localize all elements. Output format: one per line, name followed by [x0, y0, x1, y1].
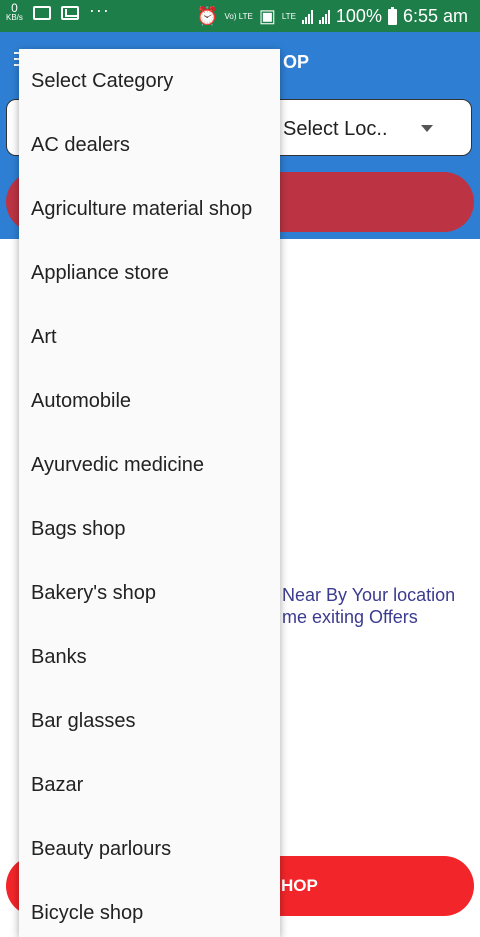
category-option-appliance-store[interactable]: Appliance store: [19, 241, 280, 305]
category-option-art[interactable]: Art: [19, 305, 280, 369]
gallery-notification-icon: [32, 6, 51, 20]
network-speed: 0 KB/s: [6, 1, 23, 23]
category-option-ac-dealers[interactable]: AC dealers: [19, 113, 280, 177]
network-speed-unit: KB/s: [6, 13, 23, 22]
promo-line-1: Near By Your location: [282, 585, 456, 605]
chevron-down-icon: [421, 125, 433, 132]
status-bar: 0 KB/s ··· ⏰ Vo) LTE ▣ LTE 100% 6:55 am: [0, 0, 480, 32]
promo-line-2: me exiting Offers: [282, 607, 418, 627]
signal-icon: [301, 9, 313, 24]
signal-icon-2: [318, 9, 330, 24]
category-option-automobile[interactable]: Automobile: [19, 369, 280, 433]
category-option-bicycle-shop[interactable]: Bicycle shop: [19, 881, 280, 937]
clock: 6:55 am: [402, 6, 468, 26]
category-option-agriculture[interactable]: Agriculture material shop: [19, 177, 280, 241]
lte-icon: LTE: [281, 11, 296, 21]
location-select-value: Select Loc..: [283, 118, 388, 140]
category-option-bakery[interactable]: Bakery's shop: [19, 561, 280, 625]
category-option-bags-shop[interactable]: Bags shop: [19, 497, 280, 561]
battery-percent: 100%: [335, 6, 382, 26]
category-option-bazar[interactable]: Bazar: [19, 753, 280, 817]
network-speed-value: 0: [11, 1, 18, 15]
category-dropdown[interactable]: Select Category AC dealers Agriculture m…: [19, 49, 280, 937]
alarm-icon: ⏰: [196, 6, 219, 26]
more-notifications-icon: ···: [88, 0, 110, 20]
mail-notification-icon: [60, 6, 79, 20]
category-option-select-category[interactable]: Select Category: [19, 49, 280, 113]
category-option-bar-glasses[interactable]: Bar glasses: [19, 689, 280, 753]
battery-icon: [387, 6, 397, 25]
shop-button-label: HOP: [281, 876, 318, 895]
category-option-ayurvedic[interactable]: Ayurvedic medicine: [19, 433, 280, 497]
app-title: OP: [283, 52, 310, 72]
category-option-beauty-parlours[interactable]: Beauty parlours: [19, 817, 280, 881]
data-saver-icon: ▣: [258, 6, 276, 26]
category-option-banks[interactable]: Banks: [19, 625, 280, 689]
promo-text: Near By Your location me exiting Offers: [282, 584, 455, 628]
volte-icon: Vo) LTE: [224, 11, 253, 21]
